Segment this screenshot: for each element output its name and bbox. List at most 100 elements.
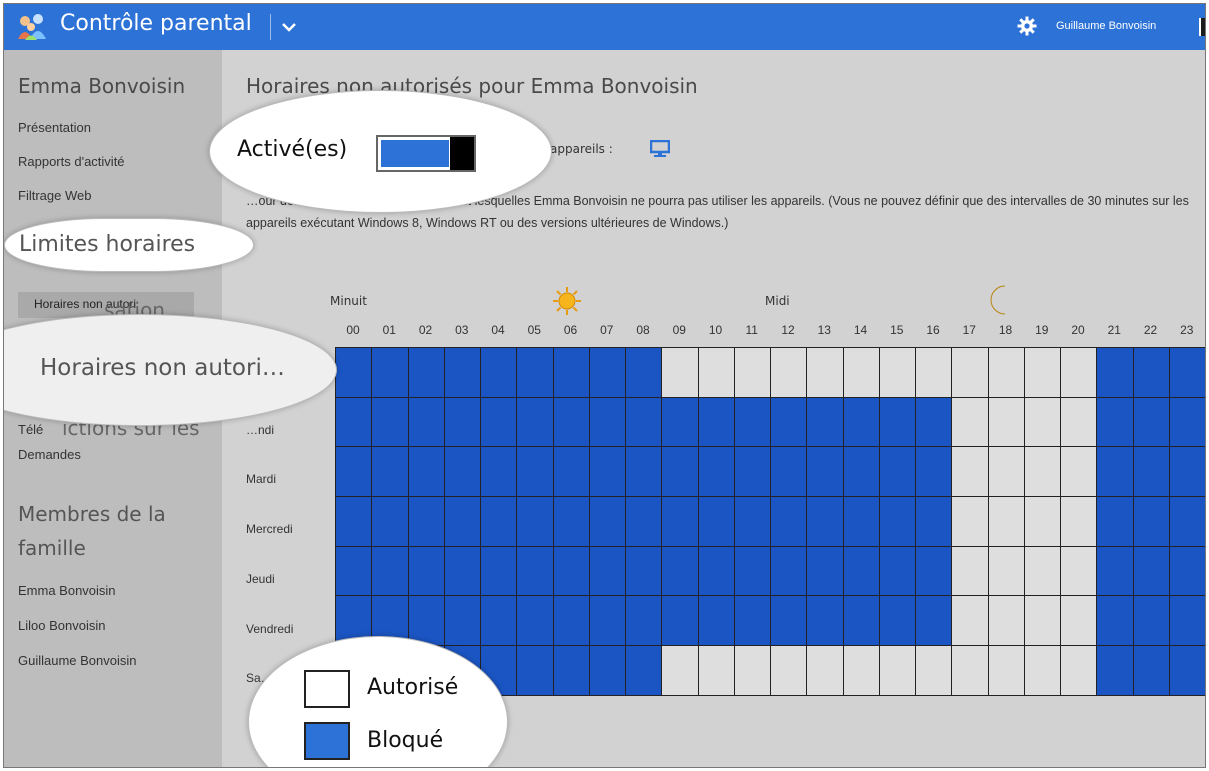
schedule-cell[interactable] bbox=[481, 348, 518, 398]
schedule-cell[interactable] bbox=[336, 348, 373, 398]
schedule-cell[interactable] bbox=[444, 596, 481, 647]
schedule-cell[interactable] bbox=[626, 497, 663, 547]
schedule-cell[interactable] bbox=[771, 397, 808, 448]
schedule-cell[interactable] bbox=[843, 497, 880, 547]
schedule-cell[interactable] bbox=[553, 646, 590, 696]
schedule-cell[interactable] bbox=[444, 447, 481, 498]
schedule-cell[interactable] bbox=[879, 596, 916, 647]
schedule-cell[interactable] bbox=[1024, 646, 1061, 696]
schedule-cell[interactable] bbox=[336, 497, 373, 547]
schedule-cell[interactable] bbox=[771, 646, 808, 696]
schedule-cell[interactable] bbox=[372, 447, 409, 498]
schedule-cell[interactable] bbox=[916, 447, 953, 498]
schedule-cell[interactable] bbox=[734, 546, 771, 597]
schedule-cell[interactable] bbox=[553, 497, 590, 547]
schedule-cell[interactable] bbox=[1097, 646, 1134, 696]
schedule-cell[interactable] bbox=[626, 646, 663, 696]
schedule-cell[interactable] bbox=[662, 348, 699, 398]
schedule-cell[interactable] bbox=[1169, 497, 1205, 547]
schedule-cell[interactable] bbox=[952, 546, 989, 597]
schedule-cell[interactable] bbox=[988, 646, 1025, 696]
schedule-cell[interactable] bbox=[481, 596, 518, 647]
schedule-cell[interactable] bbox=[734, 397, 771, 448]
schedule-cell[interactable] bbox=[843, 646, 880, 696]
schedule-cell[interactable] bbox=[589, 546, 626, 597]
app-title[interactable]: Contrôle parental bbox=[60, 11, 252, 36]
schedule-cell[interactable] bbox=[988, 447, 1025, 498]
schedule-cell[interactable] bbox=[1097, 397, 1134, 448]
schedule-cell[interactable] bbox=[952, 447, 989, 498]
schedule-cell[interactable] bbox=[734, 497, 771, 547]
schedule-cell[interactable] bbox=[589, 497, 626, 547]
schedule-cell[interactable] bbox=[916, 596, 953, 647]
schedule-cell[interactable] bbox=[916, 397, 953, 448]
sidebar-member-2[interactable]: Liloo Bonvoisin bbox=[18, 618, 105, 633]
schedule-cell[interactable] bbox=[734, 447, 771, 498]
schedule-cell[interactable] bbox=[1097, 596, 1134, 647]
schedule-cell[interactable] bbox=[952, 348, 989, 398]
schedule-cell[interactable] bbox=[698, 447, 735, 498]
schedule-cell[interactable] bbox=[1133, 397, 1170, 448]
schedule-cell[interactable] bbox=[589, 397, 626, 448]
schedule-cell[interactable] bbox=[807, 447, 844, 498]
schedule-cell[interactable] bbox=[1133, 596, 1170, 647]
schedule-cell[interactable] bbox=[879, 646, 916, 696]
sidebar-member-1[interactable]: Emma Bonvoisin bbox=[18, 583, 116, 598]
schedule-cell[interactable] bbox=[807, 546, 844, 597]
schedule-cell[interactable] bbox=[517, 497, 554, 547]
schedule-cell[interactable] bbox=[481, 497, 518, 547]
avatar[interactable] bbox=[1199, 18, 1205, 36]
schedule-cell[interactable] bbox=[988, 546, 1025, 597]
schedule-cell[interactable] bbox=[372, 546, 409, 597]
schedule-cell[interactable] bbox=[553, 348, 590, 398]
schedule-cell[interactable] bbox=[408, 348, 445, 398]
schedule-cell[interactable] bbox=[662, 447, 699, 498]
schedule-cell[interactable] bbox=[807, 348, 844, 398]
sidebar-item-web-filtering[interactable]: Filtrage Web bbox=[18, 188, 91, 203]
schedule-cell[interactable] bbox=[988, 348, 1025, 398]
schedule-cell[interactable] bbox=[589, 348, 626, 398]
schedule-cell[interactable] bbox=[698, 546, 735, 597]
schedule-cell[interactable] bbox=[1097, 447, 1134, 498]
enable-toggle[interactable] bbox=[376, 135, 476, 172]
schedule-cell[interactable] bbox=[1133, 497, 1170, 547]
schedule-cell[interactable] bbox=[1061, 596, 1098, 647]
schedule-cell[interactable] bbox=[372, 397, 409, 448]
schedule-cell[interactable] bbox=[734, 596, 771, 647]
schedule-cell[interactable] bbox=[1061, 397, 1098, 448]
schedule-cell[interactable] bbox=[843, 348, 880, 398]
schedule-cell[interactable] bbox=[662, 646, 699, 696]
schedule-cell[interactable] bbox=[1169, 348, 1205, 398]
schedule-cell[interactable] bbox=[408, 447, 445, 498]
schedule-cell[interactable] bbox=[1133, 546, 1170, 597]
schedule-cell[interactable] bbox=[1169, 447, 1205, 498]
schedule-cell[interactable] bbox=[952, 397, 989, 448]
schedule-cell[interactable] bbox=[408, 546, 445, 597]
schedule-cell[interactable] bbox=[336, 397, 373, 448]
schedule-cell[interactable] bbox=[589, 447, 626, 498]
schedule-cell[interactable] bbox=[444, 546, 481, 597]
schedule-cell[interactable] bbox=[879, 497, 916, 547]
schedule-cell[interactable] bbox=[843, 397, 880, 448]
schedule-cell[interactable] bbox=[336, 447, 373, 498]
schedule-cell[interactable] bbox=[1133, 447, 1170, 498]
schedule-cell[interactable] bbox=[807, 497, 844, 547]
schedule-cell[interactable] bbox=[372, 348, 409, 398]
toggle-thumb[interactable] bbox=[450, 137, 474, 170]
schedule-cell[interactable] bbox=[408, 497, 445, 547]
schedule-cell[interactable] bbox=[1061, 447, 1098, 498]
sidebar-user-name[interactable]: Emma Bonvoisin bbox=[18, 74, 185, 98]
schedule-cell[interactable] bbox=[771, 596, 808, 647]
schedule-cell[interactable] bbox=[481, 546, 518, 597]
schedule-cell[interactable] bbox=[879, 447, 916, 498]
schedule-cell[interactable] bbox=[1024, 447, 1061, 498]
schedule-cell[interactable] bbox=[1024, 397, 1061, 448]
schedule-cell[interactable] bbox=[1061, 646, 1098, 696]
schedule-cell[interactable] bbox=[1097, 546, 1134, 597]
schedule-cell[interactable] bbox=[626, 348, 663, 398]
schedule-cell[interactable] bbox=[517, 596, 554, 647]
schedule-cell[interactable] bbox=[1061, 546, 1098, 597]
schedule-cell[interactable] bbox=[1169, 596, 1205, 647]
schedule-cell[interactable] bbox=[553, 546, 590, 597]
schedule-cell[interactable] bbox=[626, 596, 663, 647]
